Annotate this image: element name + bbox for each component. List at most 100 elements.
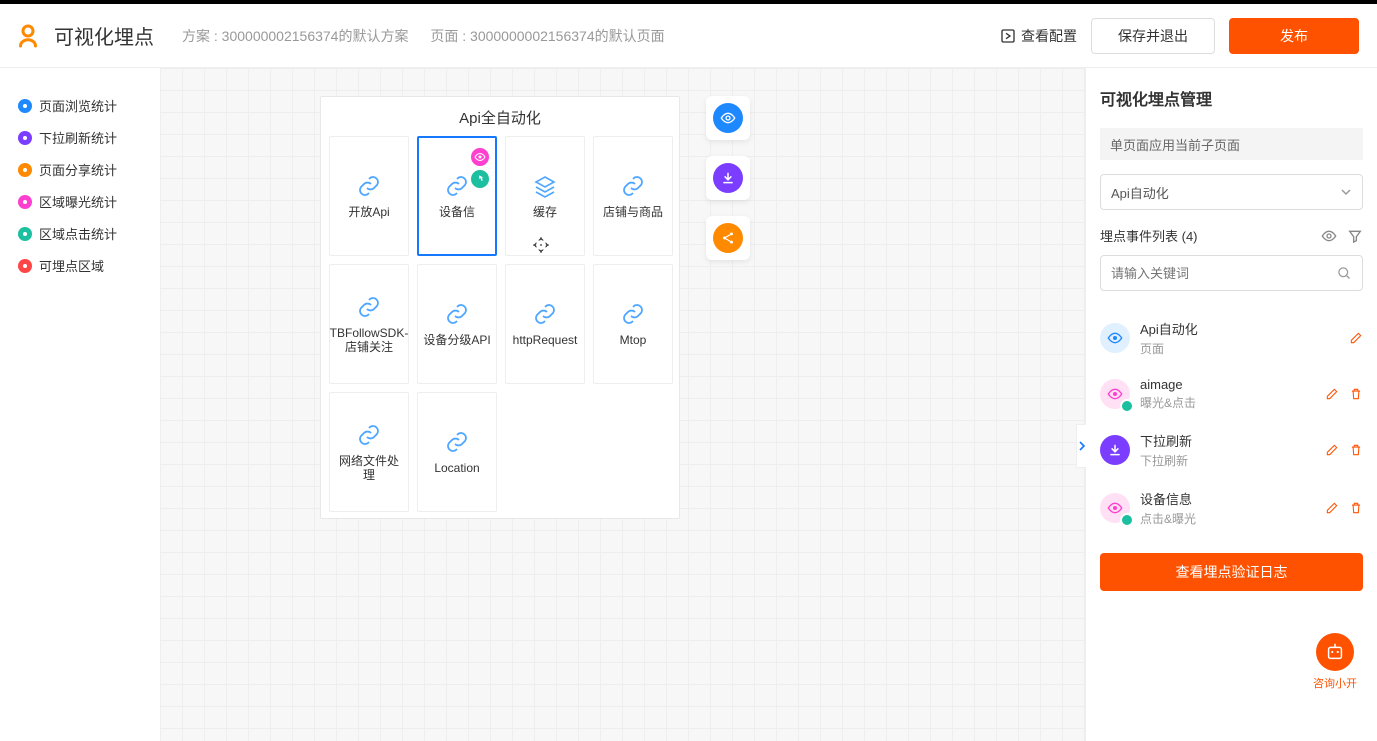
sidebar-dot-icon	[18, 259, 32, 273]
event-subtitle: 点击&曝光	[1140, 510, 1315, 527]
sidebar-item-0[interactable]: 页面浏览统计	[18, 96, 146, 115]
event-subtitle: 曝光&点击	[1140, 394, 1315, 411]
card-label: 开放Api	[348, 205, 389, 219]
link-icon	[444, 429, 470, 455]
api-card-1[interactable]: 设备信	[417, 136, 497, 256]
card-label: httpRequest	[513, 333, 578, 347]
link-icon	[444, 301, 470, 327]
event-subtitle: 页面	[1140, 340, 1339, 357]
delete-icon[interactable]	[1349, 443, 1363, 457]
sidebar-item-4[interactable]: 区域点击统计	[18, 224, 146, 243]
publish-button[interactable]: 发布	[1229, 18, 1359, 54]
edit-icon[interactable]	[1325, 443, 1339, 457]
page-label: 页面 : 3000000002156374的默认页面	[430, 28, 664, 44]
event-item-2[interactable]: 下拉刷新下拉刷新	[1100, 421, 1363, 479]
sidebar-item-3[interactable]: 区域曝光统计	[18, 192, 146, 211]
edit-icon[interactable]	[1325, 501, 1339, 515]
event-item-1[interactable]: aimage 曝光&点击	[1100, 367, 1363, 421]
search-box[interactable]	[1100, 255, 1363, 291]
panel-title: Api全自动化	[321, 107, 679, 128]
link-icon	[444, 173, 470, 199]
api-card-5[interactable]: 设备分级API	[417, 264, 497, 384]
link-icon	[532, 301, 558, 327]
event-title: 下拉刷新	[1140, 431, 1315, 450]
edit-icon[interactable]	[1325, 387, 1339, 401]
api-card-3[interactable]: 店铺与商品	[593, 136, 673, 256]
link-icon	[532, 173, 558, 199]
chevron-right-icon	[1079, 441, 1085, 451]
config-icon	[1000, 28, 1016, 44]
save-exit-button[interactable]: 保存并退出	[1091, 18, 1215, 54]
tool-download-button[interactable]	[706, 156, 750, 200]
subpage-label: 单页面应用当前子页面	[1100, 128, 1363, 160]
sidebar-item-1[interactable]: 下拉刷新统计	[18, 128, 146, 147]
verify-log-button[interactable]: 查看埋点验证日志	[1100, 553, 1363, 591]
edit-icon[interactable]	[1349, 331, 1363, 345]
api-card-2[interactable]: 缓存	[505, 136, 585, 256]
event-type-icon	[1100, 323, 1130, 353]
api-card-0[interactable]: 开放Api	[329, 136, 409, 256]
event-title: aimage	[1140, 377, 1315, 392]
link-icon	[356, 294, 382, 320]
download-icon	[721, 171, 735, 185]
card-label: 缓存	[533, 205, 557, 219]
event-type-icon	[1100, 493, 1130, 523]
sidebar-item-2[interactable]: 页面分享统计	[18, 160, 146, 179]
page-select[interactable]: Api自动化	[1100, 174, 1363, 210]
search-icon	[1337, 266, 1352, 281]
tool-strip	[706, 96, 750, 260]
header: 可视化埋点 方案 : 300000002156374的默认方案 页面 : 300…	[0, 4, 1377, 68]
eye-icon[interactable]	[1321, 228, 1337, 244]
api-card-8[interactable]: 网络文件处理	[329, 392, 409, 512]
card-label: TBFollowSDK-店铺关注	[330, 326, 409, 355]
event-type-icon	[1100, 379, 1130, 409]
filter-icon[interactable]	[1347, 228, 1363, 244]
sidebar: 页面浏览统计下拉刷新统计页面分享统计区域曝光统计区域点击统计可埋点区域	[0, 68, 160, 741]
event-item-3[interactable]: 设备信息点击&曝光	[1100, 479, 1363, 537]
card-label: 网络文件处理	[334, 454, 404, 483]
link-icon	[620, 173, 646, 199]
sidebar-label: 页面浏览统计	[39, 96, 117, 115]
event-item-0[interactable]: Api自动化页面	[1100, 309, 1363, 367]
search-input[interactable]	[1111, 266, 1337, 281]
tool-view-button[interactable]	[706, 96, 750, 140]
share-icon	[721, 231, 735, 245]
sidebar-label: 页面分享统计	[39, 160, 117, 179]
card-label: 设备分级API	[423, 333, 490, 347]
event-title: 设备信息	[1140, 489, 1315, 508]
event-list-header: 埋点事件列表 (4)	[1100, 226, 1198, 245]
api-card-9[interactable]: Location	[417, 392, 497, 512]
helper-icon	[1316, 633, 1354, 671]
scheme-label: 方案 : 300000002156374的默认方案	[182, 28, 408, 44]
link-icon	[356, 422, 382, 448]
canvas: Api全自动化 开放Api 设备信 缓存 店铺与商品 TBFollowSDK-店铺关注设…	[160, 68, 1085, 741]
chevron-down-icon	[1340, 186, 1352, 198]
helper-widget[interactable]: 咨询小开	[1313, 633, 1357, 691]
sidebar-label: 下拉刷新统计	[39, 128, 117, 147]
delete-icon[interactable]	[1349, 501, 1363, 515]
eye-icon	[720, 110, 736, 126]
delete-icon[interactable]	[1349, 387, 1363, 401]
card-label: Mtop	[620, 333, 647, 347]
api-card-4[interactable]: TBFollowSDK-店铺关注	[329, 264, 409, 384]
link-icon	[356, 173, 382, 199]
right-panel: 可视化埋点管理 单页面应用当前子页面 Api自动化 埋点事件列表 (4) Api…	[1085, 68, 1377, 741]
rpanel-title: 可视化埋点管理	[1100, 86, 1363, 110]
event-title: Api自动化	[1140, 319, 1339, 338]
api-card-7[interactable]: Mtop	[593, 264, 673, 384]
tool-share-button[interactable]	[706, 216, 750, 260]
sidebar-label: 区域曝光统计	[39, 192, 117, 211]
collapse-handle[interactable]	[1076, 424, 1086, 468]
app-title: 可视化埋点	[54, 21, 154, 50]
view-config-link[interactable]: 查看配置	[1000, 26, 1077, 46]
card-label: 店铺与商品	[603, 205, 663, 219]
sidebar-dot-icon	[18, 195, 32, 209]
sidebar-item-5[interactable]: 可埋点区域	[18, 256, 146, 275]
card-label: 设备信	[439, 205, 475, 219]
sidebar-dot-icon	[18, 227, 32, 241]
api-panel: Api全自动化 开放Api 设备信 缓存 店铺与商品 TBFollowSDK-店铺关注设…	[320, 96, 680, 519]
link-icon	[620, 301, 646, 327]
api-card-6[interactable]: httpRequest	[505, 264, 585, 384]
exposure-badge-icon	[469, 146, 491, 168]
sidebar-label: 区域点击统计	[39, 224, 117, 243]
